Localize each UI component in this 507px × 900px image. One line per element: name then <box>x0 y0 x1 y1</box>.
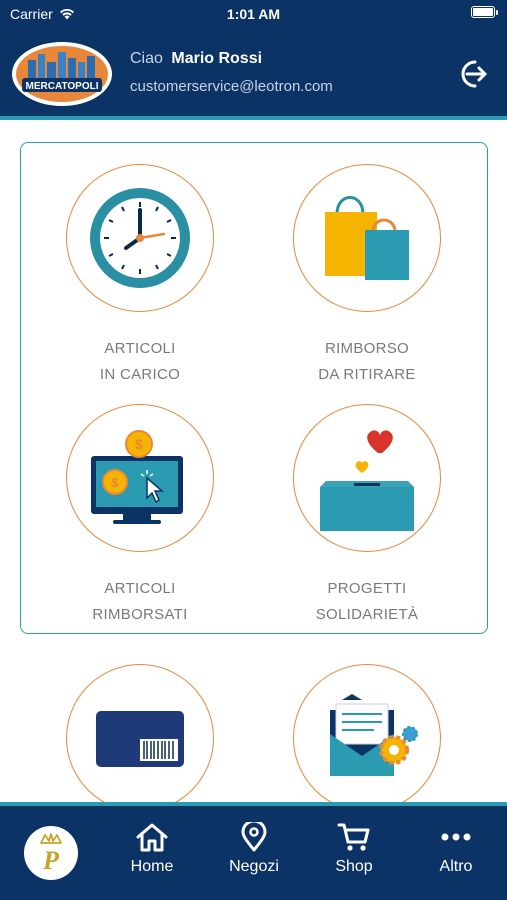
tile-circle <box>293 664 441 812</box>
tab-negozi-label: Negozi <box>229 858 279 875</box>
svg-text:$: $ <box>135 436 143 452</box>
tile-label: ARTICOLI RIMBORSATI <box>40 576 240 628</box>
tab-shop[interactable]: Shop <box>314 822 394 876</box>
tile-articoli-rimborsati[interactable]: $ $ ARTICOLI RIMBORSATI <box>40 404 240 628</box>
tab-altro[interactable]: Altro <box>416 822 496 876</box>
tile-label-line2: IN CARICO <box>99 366 181 383</box>
shopping-bags-icon <box>325 196 409 280</box>
status-bar: Carrier 1:01 AM <box>0 0 507 28</box>
tile-card[interactable] <box>40 664 240 812</box>
monitor-coins-icon: $ $ <box>91 430 183 524</box>
tile-label: RIMBORSO DA RITIRARE <box>267 336 467 388</box>
tile-circle <box>293 404 441 552</box>
user-name: Mario Rossi <box>171 50 263 67</box>
tile-label-line2: RIMBORSATI <box>92 606 188 623</box>
tile-label: ARTICOLI IN CARICO <box>40 336 240 388</box>
svg-text:$: $ <box>111 475 119 490</box>
tile-rimborso-da-ritirare[interactable]: RIMBORSO DA RITIRARE <box>267 164 467 388</box>
app-header: MERCATOPOLI Ciao Mario Rossi customerser… <box>0 28 507 120</box>
tab-home[interactable]: Home <box>112 822 192 876</box>
tab-negozi[interactable]: Negozi <box>214 822 294 876</box>
greeting: Ciao Mario Rossi <box>130 50 262 68</box>
donation-box-icon <box>320 430 414 531</box>
tile-label: PROGETTI SOLIDARIETÀ <box>267 576 467 628</box>
tile-circle <box>293 164 441 312</box>
status-time: 1:01 AM <box>226 6 281 22</box>
crown-p-logo-icon: P <box>40 833 62 875</box>
mercatopoli-logo[interactable]: MERCATOPOLI <box>12 42 112 106</box>
clock-icon <box>90 188 190 288</box>
brand-letter: P <box>42 846 60 875</box>
brand-tab[interactable]: P <box>24 826 78 880</box>
city-logo-icon: MERCATOPOLI <box>16 46 108 102</box>
more-icon <box>441 833 471 841</box>
tab-shop-label: Shop <box>335 858 373 875</box>
bottom-tab-bar: P Home Negozi Shop Altro <box>0 802 507 900</box>
tile-label-line2: SOLIDARIETÀ <box>315 606 419 623</box>
tile-label-line1: RIMBORSO <box>324 340 410 357</box>
loyalty-card-icon <box>96 711 184 767</box>
tile-label-line1: ARTICOLI <box>104 580 176 597</box>
user-email: customerservice@leotron.com <box>130 78 333 95</box>
tile-label-line1: PROGETTI <box>327 580 407 597</box>
tab-home-label: Home <box>130 858 174 875</box>
map-pin-icon <box>241 822 267 852</box>
logout-icon[interactable] <box>453 56 489 92</box>
tab-altro-label: Altro <box>439 858 473 875</box>
envelope-gear-icon <box>330 694 418 776</box>
tile-circle <box>66 664 214 812</box>
greeting-word: Ciao <box>130 50 163 67</box>
cart-icon <box>337 823 370 851</box>
tile-progetti-solidarieta[interactable]: PROGETTI SOLIDARIETÀ <box>267 404 467 628</box>
tile-articoli-in-carico[interactable]: ARTICOLI IN CARICO <box>40 164 240 388</box>
battery-icon <box>471 6 498 18</box>
tile-newsletter[interactable] <box>267 664 467 812</box>
tile-circle: $ $ <box>66 404 214 552</box>
tile-circle <box>66 164 214 312</box>
home-icon <box>136 823 168 852</box>
tile-label-line1: ARTICOLI <box>104 340 176 357</box>
tile-label-line2: DA RITIRARE <box>318 366 416 383</box>
logo-text: MERCATOPOLI <box>26 81 99 92</box>
